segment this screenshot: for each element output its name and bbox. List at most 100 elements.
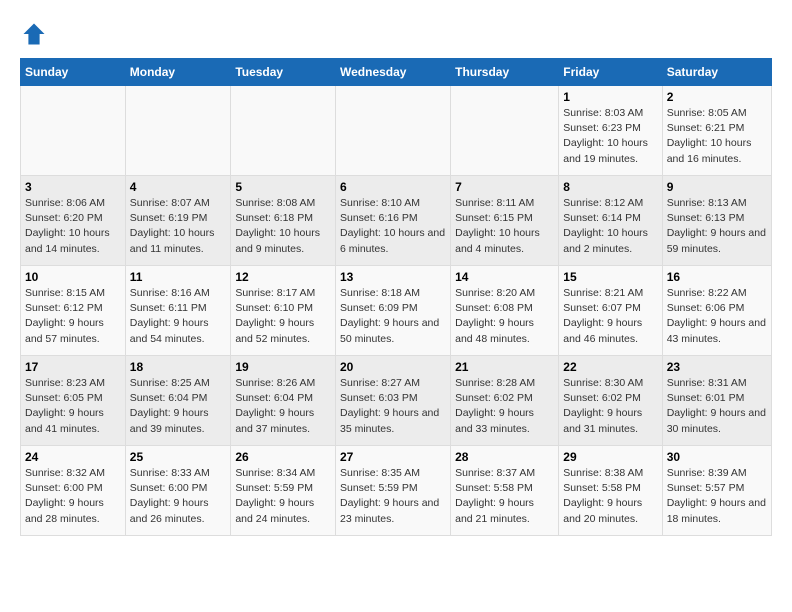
day-number: 25: [130, 450, 227, 464]
logo: [20, 20, 52, 48]
header-monday: Monday: [125, 59, 231, 86]
day-info: Sunrise: 8:30 AM Sunset: 6:02 PM Dayligh…: [563, 376, 657, 437]
calendar-cell: 10Sunrise: 8:15 AM Sunset: 6:12 PM Dayli…: [21, 266, 126, 356]
calendar-cell: 5 Sunrise: 8:08 AM Sunset: 6:18 PM Daylig…: [231, 176, 336, 266]
calendar-cell: 25 Sunrise: 8:33 AM Sunset: 6:00 PM Dayli…: [125, 446, 231, 536]
day-number: 3: [25, 180, 121, 194]
calendar-cell: 3 Sunrise: 8:06 AM Sunset: 6:20 PM Daylig…: [21, 176, 126, 266]
day-number: 19: [235, 360, 331, 374]
day-number: 20: [340, 360, 446, 374]
calendar-cell: 19 Sunrise: 8:26 AM Sunset: 6:04 PM Dayli…: [231, 356, 336, 446]
day-number: 1: [563, 90, 657, 104]
calendar-cell: 23Sunrise: 8:31 AM Sunset: 6:01 PM Dayli…: [662, 356, 771, 446]
day-number: 13: [340, 270, 446, 284]
day-number: 12: [235, 270, 331, 284]
calendar-cell: 26 Sunrise: 8:34 AM Sunset: 5:59 PM Dayli…: [231, 446, 336, 536]
calendar-cell: 9 Sunrise: 8:13 AM Sunset: 6:13 PM Daylig…: [662, 176, 771, 266]
calendar-cell: 4 Sunrise: 8:07 AM Sunset: 6:19 PM Daylig…: [125, 176, 231, 266]
day-info: Sunrise: 8:18 AM Sunset: 6:09 PM Dayligh…: [340, 286, 446, 347]
day-number: 18: [130, 360, 227, 374]
calendar-cell: 22Sunrise: 8:30 AM Sunset: 6:02 PM Dayli…: [559, 356, 662, 446]
day-info: Sunrise: 8:08 AM Sunset: 6:18 PM Dayligh…: [235, 196, 331, 257]
day-info: Sunrise: 8:32 AM Sunset: 6:00 PM Dayligh…: [25, 466, 121, 527]
calendar-week-row: 1Sunrise: 8:03 AM Sunset: 6:23 PM Daylig…: [21, 86, 772, 176]
day-info: Sunrise: 8:25 AM Sunset: 6:04 PM Dayligh…: [130, 376, 227, 437]
day-number: 28: [455, 450, 554, 464]
calendar-cell: 17 Sunrise: 8:23 AM Sunset: 6:05 PM Dayli…: [21, 356, 126, 446]
calendar-cell: 16 Sunrise: 8:22 AM Sunset: 6:06 PM Dayli…: [662, 266, 771, 356]
day-info: Sunrise: 8:15 AM Sunset: 6:12 PM Dayligh…: [25, 286, 121, 347]
day-info: Sunrise: 8:26 AM Sunset: 6:04 PM Dayligh…: [235, 376, 331, 437]
calendar-cell: 7 Sunrise: 8:11 AM Sunset: 6:15 PM Daylig…: [451, 176, 559, 266]
day-info: Sunrise: 8:37 AM Sunset: 5:58 PM Dayligh…: [455, 466, 554, 527]
calendar-cell: 1Sunrise: 8:03 AM Sunset: 6:23 PM Daylig…: [559, 86, 662, 176]
calendar-cell: [336, 86, 451, 176]
logo-icon: [20, 20, 48, 48]
day-info: Sunrise: 8:27 AM Sunset: 6:03 PM Dayligh…: [340, 376, 446, 437]
day-info: Sunrise: 8:12 AM Sunset: 6:14 PM Dayligh…: [563, 196, 657, 257]
day-number: 2: [667, 90, 767, 104]
calendar-cell: 18 Sunrise: 8:25 AM Sunset: 6:04 PM Dayli…: [125, 356, 231, 446]
day-info: Sunrise: 8:33 AM Sunset: 6:00 PM Dayligh…: [130, 466, 227, 527]
calendar-cell: 24 Sunrise: 8:32 AM Sunset: 6:00 PM Dayli…: [21, 446, 126, 536]
day-info: Sunrise: 8:28 AM Sunset: 6:02 PM Dayligh…: [455, 376, 554, 437]
day-info: Sunrise: 8:34 AM Sunset: 5:59 PM Dayligh…: [235, 466, 331, 527]
calendar-cell: 13 Sunrise: 8:18 AM Sunset: 6:09 PM Dayli…: [336, 266, 451, 356]
day-number: 17: [25, 360, 121, 374]
day-info: Sunrise: 8:05 AM Sunset: 6:21 PM Dayligh…: [667, 106, 767, 167]
calendar-cell: 14Sunrise: 8:20 AM Sunset: 6:08 PM Dayli…: [451, 266, 559, 356]
calendar-cell: 15 Sunrise: 8:21 AM Sunset: 6:07 PM Dayli…: [559, 266, 662, 356]
calendar-cell: [21, 86, 126, 176]
day-number: 30: [667, 450, 767, 464]
calendar-cell: 30 Sunrise: 8:39 AM Sunset: 5:57 PM Dayli…: [662, 446, 771, 536]
day-number: 9: [667, 180, 767, 194]
calendar-week-row: 3 Sunrise: 8:06 AM Sunset: 6:20 PM Daylig…: [21, 176, 772, 266]
calendar-cell: 8Sunrise: 8:12 AM Sunset: 6:14 PM Daylig…: [559, 176, 662, 266]
day-info: Sunrise: 8:39 AM Sunset: 5:57 PM Dayligh…: [667, 466, 767, 527]
day-number: 15: [563, 270, 657, 284]
day-info: Sunrise: 8:06 AM Sunset: 6:20 PM Dayligh…: [25, 196, 121, 257]
calendar-cell: 27Sunrise: 8:35 AM Sunset: 5:59 PM Dayli…: [336, 446, 451, 536]
day-info: Sunrise: 8:11 AM Sunset: 6:15 PM Dayligh…: [455, 196, 554, 257]
day-info: Sunrise: 8:22 AM Sunset: 6:06 PM Dayligh…: [667, 286, 767, 347]
header-wednesday: Wednesday: [336, 59, 451, 86]
calendar-cell: 6 Sunrise: 8:10 AM Sunset: 6:16 PM Daylig…: [336, 176, 451, 266]
header-sunday: Sunday: [21, 59, 126, 86]
calendar-cell: 12 Sunrise: 8:17 AM Sunset: 6:10 PM Dayli…: [231, 266, 336, 356]
calendar-cell: [125, 86, 231, 176]
day-info: Sunrise: 8:38 AM Sunset: 5:58 PM Dayligh…: [563, 466, 657, 527]
calendar-header-row: Sunday Monday Tuesday Wednesday Thursday…: [21, 59, 772, 86]
calendar-cell: 20 Sunrise: 8:27 AM Sunset: 6:03 PM Dayli…: [336, 356, 451, 446]
calendar-cell: [231, 86, 336, 176]
day-info: Sunrise: 8:20 AM Sunset: 6:08 PM Dayligh…: [455, 286, 554, 347]
calendar-cell: 28 Sunrise: 8:37 AM Sunset: 5:58 PM Dayli…: [451, 446, 559, 536]
day-info: Sunrise: 8:17 AM Sunset: 6:10 PM Dayligh…: [235, 286, 331, 347]
day-number: 21: [455, 360, 554, 374]
day-number: 16: [667, 270, 767, 284]
header-saturday: Saturday: [662, 59, 771, 86]
calendar-week-row: 10Sunrise: 8:15 AM Sunset: 6:12 PM Dayli…: [21, 266, 772, 356]
day-number: 24: [25, 450, 121, 464]
day-number: 23: [667, 360, 767, 374]
calendar-cell: [451, 86, 559, 176]
header-friday: Friday: [559, 59, 662, 86]
day-info: Sunrise: 8:23 AM Sunset: 6:05 PM Dayligh…: [25, 376, 121, 437]
day-number: 5: [235, 180, 331, 194]
page-header: [20, 20, 772, 48]
calendar-cell: 29Sunrise: 8:38 AM Sunset: 5:58 PM Dayli…: [559, 446, 662, 536]
day-number: 4: [130, 180, 227, 194]
day-info: Sunrise: 8:13 AM Sunset: 6:13 PM Dayligh…: [667, 196, 767, 257]
day-info: Sunrise: 8:10 AM Sunset: 6:16 PM Dayligh…: [340, 196, 446, 257]
day-info: Sunrise: 8:07 AM Sunset: 6:19 PM Dayligh…: [130, 196, 227, 257]
day-number: 26: [235, 450, 331, 464]
day-number: 6: [340, 180, 446, 194]
calendar-week-row: 17 Sunrise: 8:23 AM Sunset: 6:05 PM Dayli…: [21, 356, 772, 446]
calendar-week-row: 24 Sunrise: 8:32 AM Sunset: 6:00 PM Dayli…: [21, 446, 772, 536]
calendar-cell: 11Sunrise: 8:16 AM Sunset: 6:11 PM Dayli…: [125, 266, 231, 356]
calendar-cell: 2 Sunrise: 8:05 AM Sunset: 6:21 PM Daylig…: [662, 86, 771, 176]
day-number: 7: [455, 180, 554, 194]
header-tuesday: Tuesday: [231, 59, 336, 86]
day-info: Sunrise: 8:21 AM Sunset: 6:07 PM Dayligh…: [563, 286, 657, 347]
calendar-table: Sunday Monday Tuesday Wednesday Thursday…: [20, 58, 772, 536]
day-info: Sunrise: 8:35 AM Sunset: 5:59 PM Dayligh…: [340, 466, 446, 527]
